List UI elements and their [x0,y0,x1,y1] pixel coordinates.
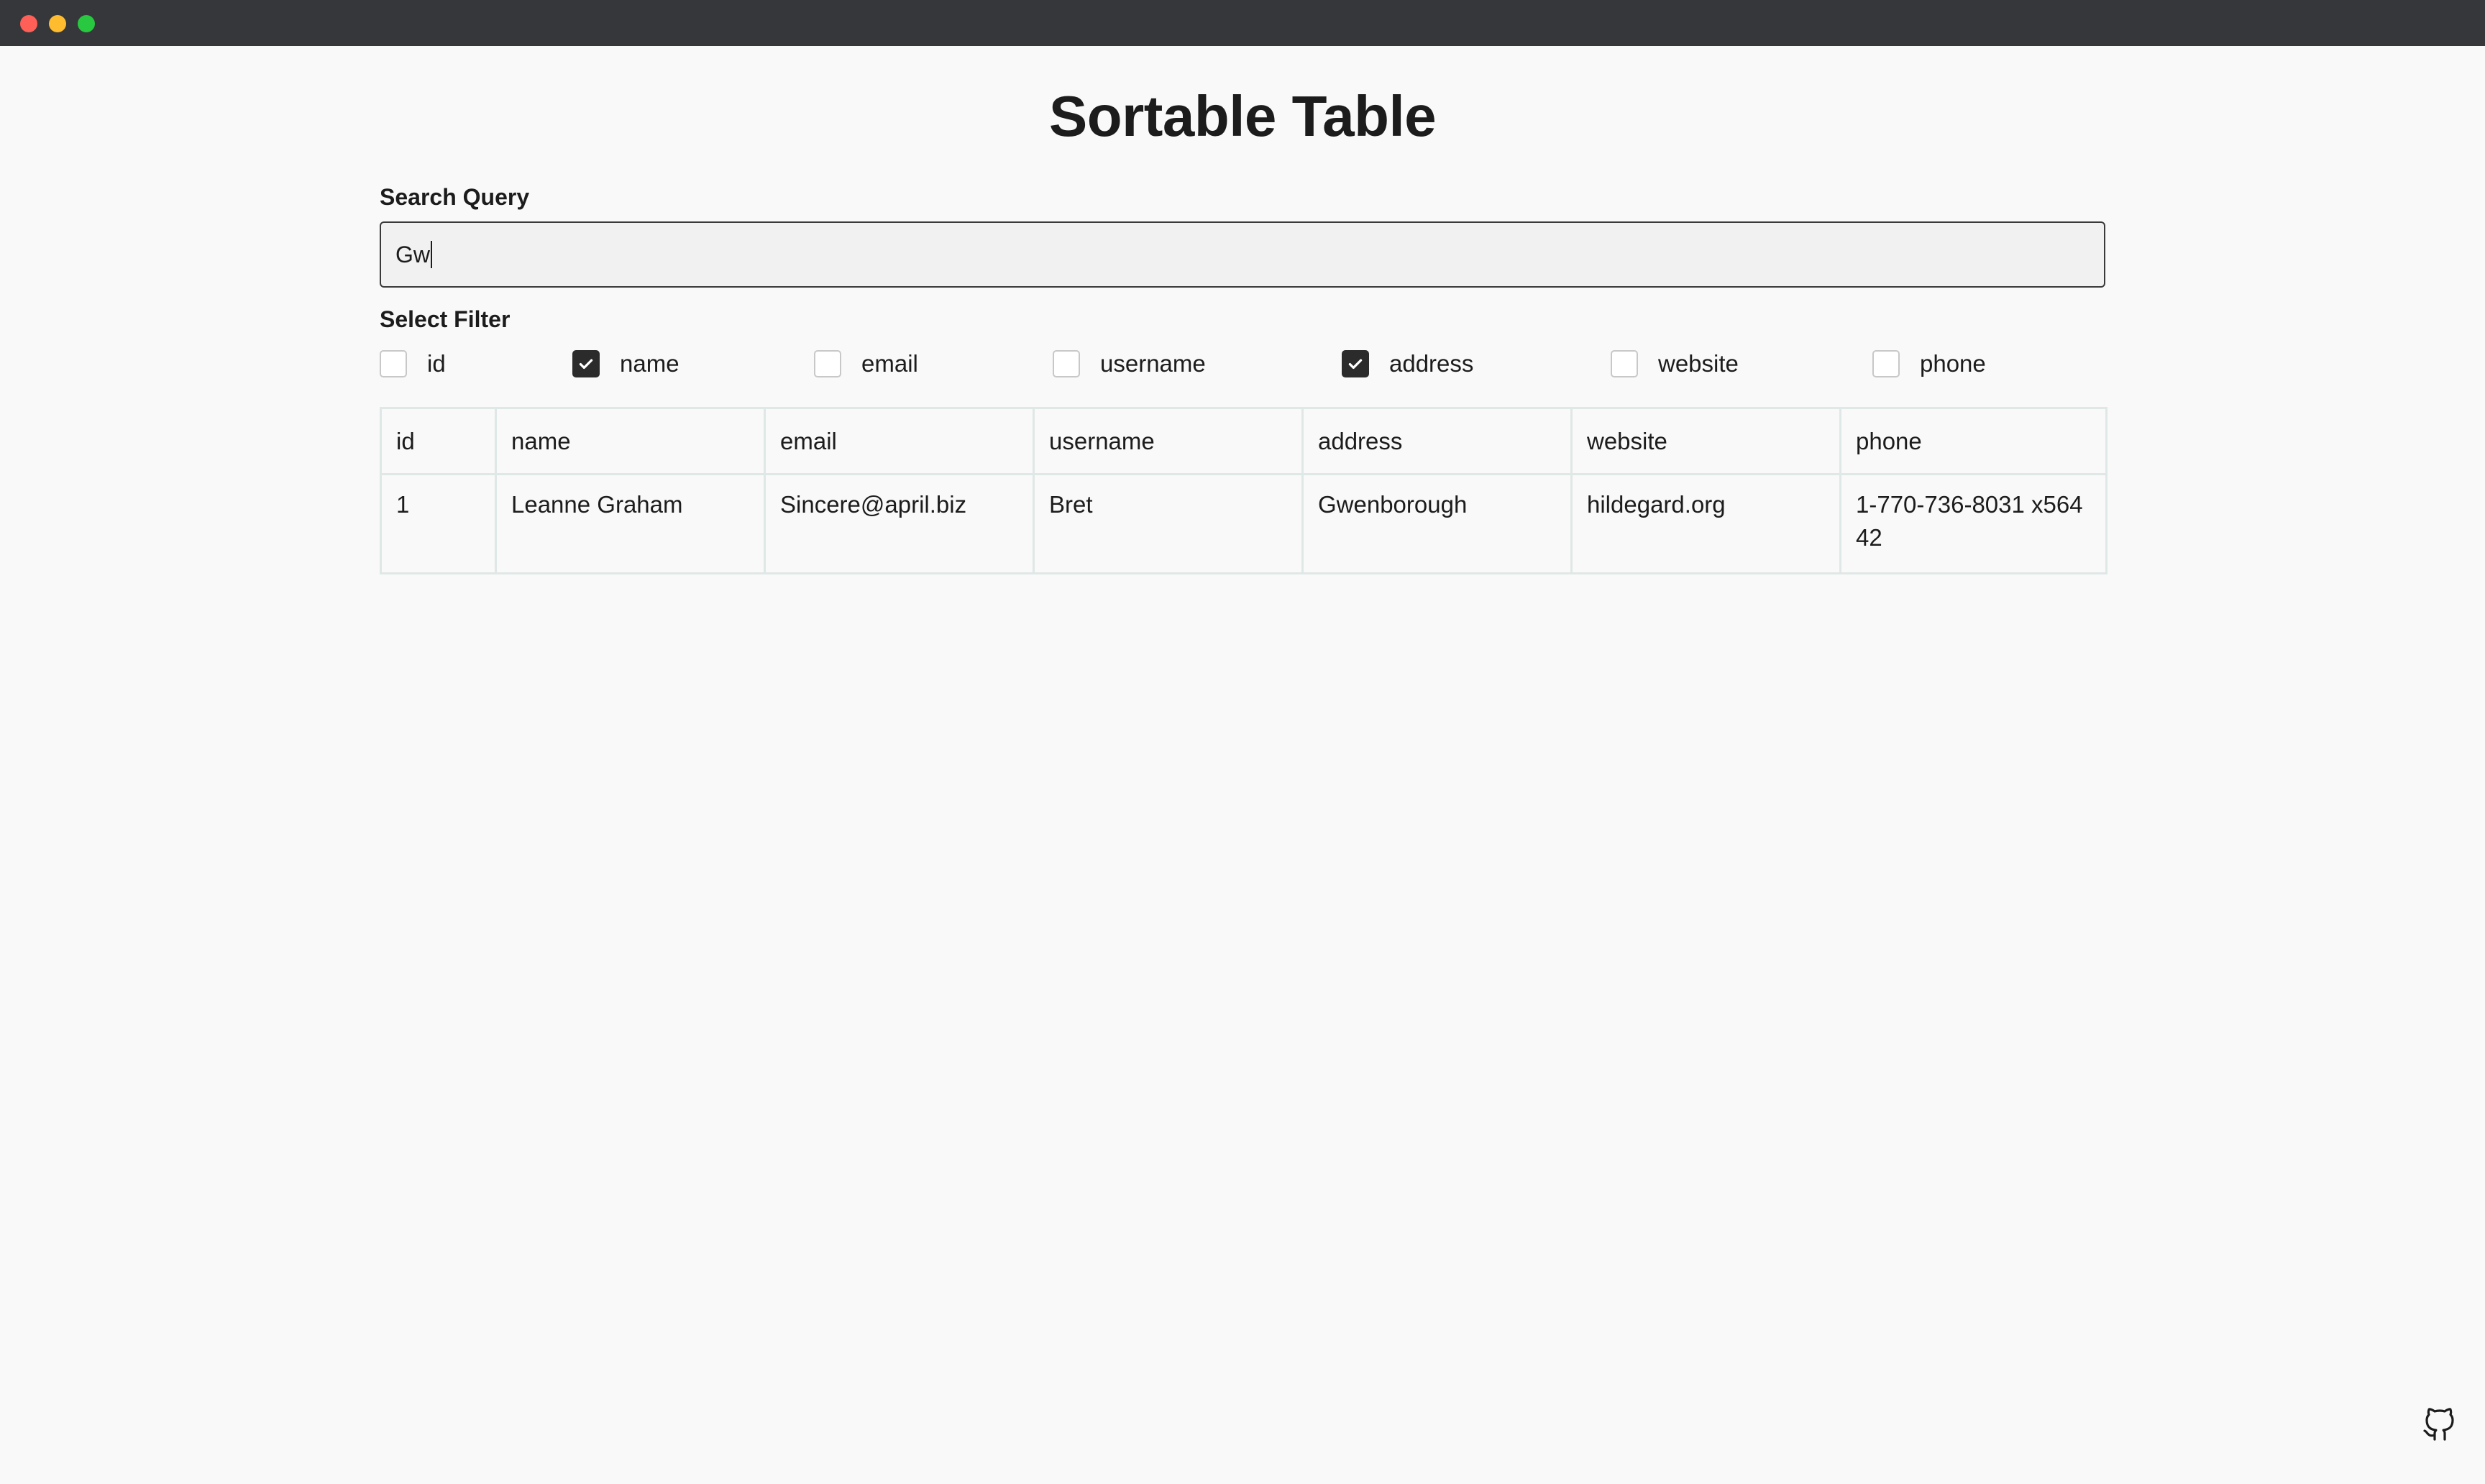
text-caret [431,241,432,268]
filter-option-label: phone [1920,350,1986,377]
filter-checkbox-group: id name email username address website p… [380,348,2105,391]
table-row: 1 Leanne Graham Sincere@april.biz Bret G… [380,473,2108,574]
cell-id: 1 [380,473,497,574]
filter-option-id[interactable]: id [380,348,446,380]
checkmark-icon [1348,359,1363,370]
column-header-address[interactable]: address [1301,407,1573,475]
cell-website: hildegard.org [1570,473,1841,574]
filter-option-label: email [861,350,918,377]
filter-option-label: name [620,350,679,377]
search-input[interactable]: Gw [380,221,2105,288]
search-input-value: Gw [395,241,430,267]
filter-option-name[interactable]: name [572,348,679,380]
checkbox-phone[interactable] [1872,350,1900,377]
table-header-row: id name email username address website p… [380,407,2108,475]
cell-email: Sincere@april.biz [764,473,1035,574]
checkbox-id[interactable] [380,350,407,377]
filter-option-website[interactable]: website [1611,348,1739,380]
column-header-username[interactable]: username [1033,407,1304,475]
checkbox-email[interactable] [814,350,841,377]
cell-username: Bret [1033,473,1304,574]
checkbox-username[interactable] [1053,350,1080,377]
filter-option-label: id [427,350,446,377]
cell-address: Gwenborough [1301,473,1573,574]
window-titlebar [0,0,2485,46]
main-content: Sortable Table Search Query Gw Select Fi… [380,46,2108,574]
filter-option-label: address [1389,350,1474,377]
minimize-window-button[interactable] [49,15,66,32]
column-header-email[interactable]: email [764,407,1035,475]
checkbox-name[interactable] [572,350,600,377]
maximize-window-button[interactable] [78,15,95,32]
close-window-button[interactable] [20,15,37,32]
search-label: Search Query [380,184,530,210]
page-title: Sortable Table [1048,84,1437,148]
column-header-phone[interactable]: phone [1839,407,2108,475]
data-table: id name email username address website p… [380,407,2108,574]
filter-option-label: username [1100,350,1206,377]
column-header-website[interactable]: website [1570,407,1841,475]
filter-option-label: website [1658,350,1739,377]
cell-name: Leanne Graham [495,473,766,574]
filter-option-address[interactable]: address [1342,348,1473,380]
column-header-id[interactable]: id [380,407,497,475]
checkbox-address[interactable] [1342,350,1369,377]
filter-option-username[interactable]: username [1053,348,1206,380]
github-icon[interactable] [2422,1408,2456,1442]
checkbox-website[interactable] [1611,350,1638,377]
filter-option-email[interactable]: email [814,348,918,380]
filter-option-phone[interactable]: phone [1872,348,1986,380]
filter-label: Select Filter [380,306,511,332]
checkmark-icon [579,359,593,370]
column-header-name[interactable]: name [495,407,766,475]
cell-phone: 1-770-736-8031 x56442 [1839,473,2108,574]
